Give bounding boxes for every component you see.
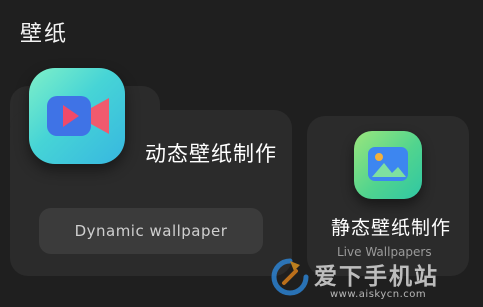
dynamic-wallpaper-button[interactable]: Dynamic wallpaper (39, 208, 263, 254)
watermark: 爱下手机站 www.aiskycn.com (270, 255, 480, 307)
watermark-title: 爱下手机站 (314, 264, 439, 290)
watermark-logo-icon (271, 258, 309, 296)
video-camera-icon (29, 68, 125, 164)
static-card-title: 静态壁纸制作 (331, 217, 452, 239)
image-icon (354, 131, 422, 199)
dynamic-card-title: 动态壁纸制作 (145, 142, 277, 166)
watermark-url: www.aiskycn.com (330, 289, 427, 300)
page-title: 壁纸 (20, 22, 69, 47)
